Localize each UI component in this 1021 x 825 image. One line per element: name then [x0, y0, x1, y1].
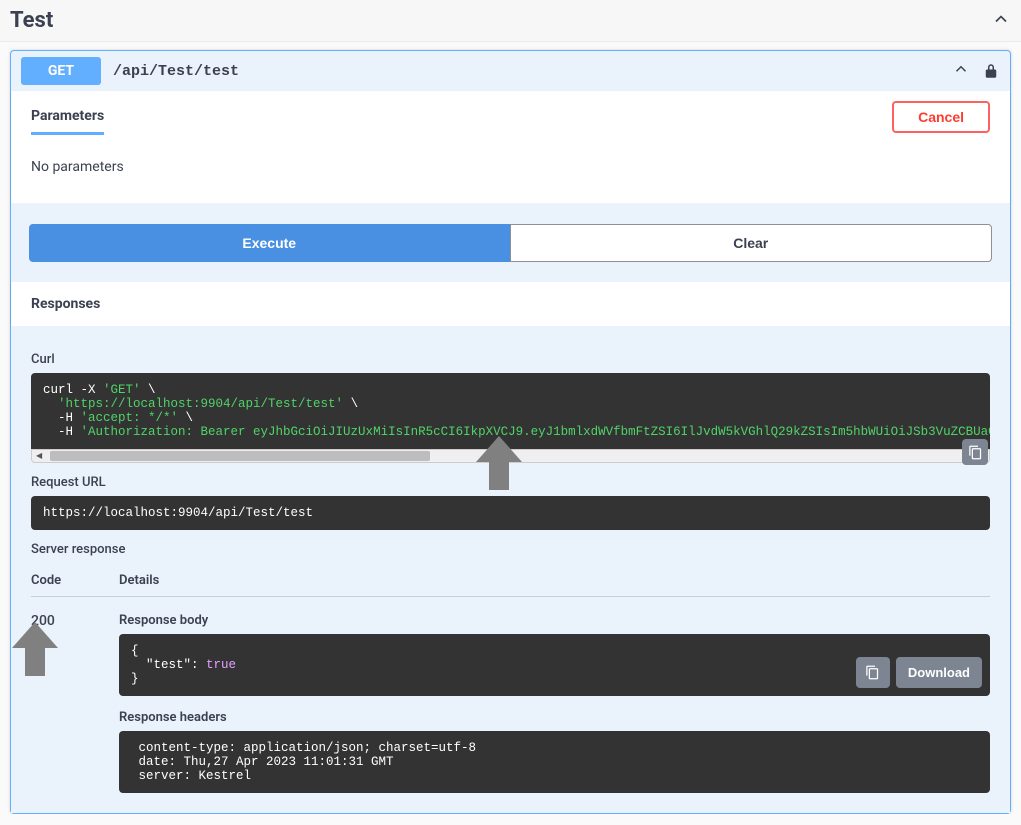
response-headers: content-type: application/json; charset=… — [119, 731, 990, 793]
details-column-header: Details — [119, 573, 990, 588]
tag-title: Test — [10, 8, 53, 33]
cancel-button[interactable]: Cancel — [892, 101, 990, 133]
responses-title: Responses — [11, 282, 1010, 326]
execute-button[interactable]: Execute — [29, 224, 510, 262]
tag-header[interactable]: Test — [0, 0, 1021, 42]
request-url-label: Request URL — [31, 475, 990, 490]
request-url-value: https://localhost:9904/api/Test/test — [31, 496, 990, 530]
parameters-title: Parameters — [31, 108, 104, 135]
chevron-up-icon — [952, 60, 970, 82]
operation-block: GET /api/Test/test Parameters Cancel No … — [10, 50, 1011, 814]
operation-summary[interactable]: GET /api/Test/test — [11, 51, 1010, 91]
method-badge: GET — [21, 57, 101, 85]
server-response-label: Server response — [31, 542, 990, 557]
no-parameters-text: No parameters — [11, 141, 1010, 204]
lock-icon[interactable] — [982, 62, 1000, 80]
copy-body-button[interactable] — [856, 657, 890, 688]
download-button[interactable]: Download — [896, 657, 982, 688]
copy-curl-button[interactable] — [962, 439, 988, 465]
endpoint-path: /api/Test/test — [113, 63, 952, 80]
response-row: 200 Response body { "test": true } Downl… — [31, 613, 990, 793]
response-area: Curl curl -X 'GET' \ 'https://localhost:… — [11, 326, 1010, 813]
scrollbar-thumb[interactable] — [50, 451, 430, 461]
chevron-up-icon — [991, 9, 1011, 33]
execute-row: Execute Clear — [11, 204, 1010, 282]
response-headers-label: Response headers — [119, 710, 990, 725]
status-code: 200 — [31, 613, 119, 793]
curl-command: curl -X 'GET' \ 'https://localhost:9904/… — [31, 373, 990, 449]
horizontal-scrollbar[interactable]: ◀ ▶ — [31, 449, 990, 463]
clear-button[interactable]: Clear — [510, 224, 993, 262]
code-column-header: Code — [31, 573, 119, 588]
curl-label: Curl — [31, 352, 990, 367]
parameters-header: Parameters Cancel — [11, 91, 1010, 141]
response-body-label: Response body — [119, 613, 990, 628]
